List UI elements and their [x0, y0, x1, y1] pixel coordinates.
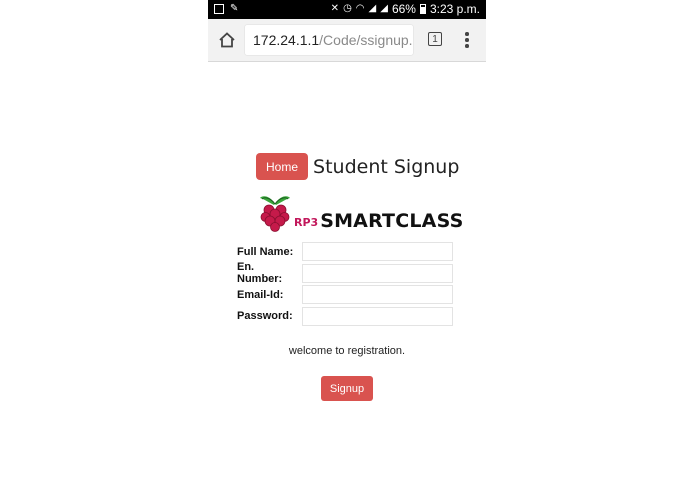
- raspberry-pi-icon: [260, 196, 290, 232]
- status-right-icons: ✕ ◷ ◠ ◢ ◢ 66% 3:23 p.m.: [331, 2, 480, 16]
- phone-screen: ✎ ✕ ◷ ◠ ◢ ◢ 66% 3:23 p.m. 172.24.1.1/Cod…: [208, 0, 486, 494]
- logo-text: SMARTCLASS: [320, 210, 464, 232]
- page-header: Home Student Signup: [256, 153, 459, 180]
- password-input[interactable]: [302, 306, 453, 326]
- smartclass-logo: RP3 SMARTCLASS: [258, 193, 464, 233]
- status-bar: ✎ ✕ ◷ ◠ ◢ ◢ 66% 3:23 p.m.: [208, 0, 486, 19]
- full-name-label: Full Name:: [237, 245, 294, 258]
- battery-percent: 66%: [391, 2, 416, 16]
- signal-icon: ◢: [368, 3, 377, 14]
- home-icon[interactable]: [218, 31, 236, 49]
- url-host: 172.24.1.1: [253, 32, 320, 48]
- signup-form: Full Name: En. Number: Email-Id: Passwor…: [237, 241, 453, 327]
- en-number-input[interactable]: [302, 263, 453, 283]
- form-row-email: Email-Id:: [237, 284, 453, 306]
- wifi-icon: ◠: [355, 3, 365, 14]
- form-row-full-name: Full Name:: [237, 241, 453, 263]
- battery-icon: [419, 4, 426, 14]
- wrench-notification-icon: ✎: [230, 3, 239, 14]
- status-left-icons: ✎: [214, 3, 238, 15]
- url-text: 172.24.1.1/Code/ssignup.p: [253, 32, 413, 48]
- tab-switcher-button[interactable]: 1: [428, 32, 442, 46]
- mute-icon: ✕: [330, 3, 340, 14]
- password-label: Password:: [237, 310, 293, 323]
- browser-toolbar: 172.24.1.1/Code/ssignup.p 1: [208, 19, 486, 62]
- form-row-password: Password:: [237, 306, 453, 328]
- en-number-label: En. Number:: [237, 261, 283, 286]
- page-title: Student Signup: [313, 155, 460, 178]
- gallery-notification-icon: [214, 4, 224, 14]
- email-input[interactable]: [302, 285, 453, 305]
- logo-badge: RP3: [294, 216, 319, 229]
- signal-icon-2: ◢: [380, 3, 388, 14]
- welcome-message: welcome to registration.: [288, 345, 406, 357]
- signup-button[interactable]: Signup: [321, 376, 373, 401]
- alarm-icon: ◷: [343, 3, 352, 14]
- email-label: Email-Id:: [237, 288, 284, 301]
- full-name-input[interactable]: [302, 242, 453, 262]
- form-row-en-number: En. Number:: [237, 261, 453, 286]
- url-path: /Code/ssignup.p: [319, 32, 413, 48]
- overflow-menu-icon[interactable]: [464, 32, 470, 50]
- home-button[interactable]: Home: [256, 153, 309, 180]
- clock: 3:23 p.m.: [429, 2, 480, 16]
- address-bar[interactable]: 172.24.1.1/Code/ssignup.p: [245, 25, 413, 55]
